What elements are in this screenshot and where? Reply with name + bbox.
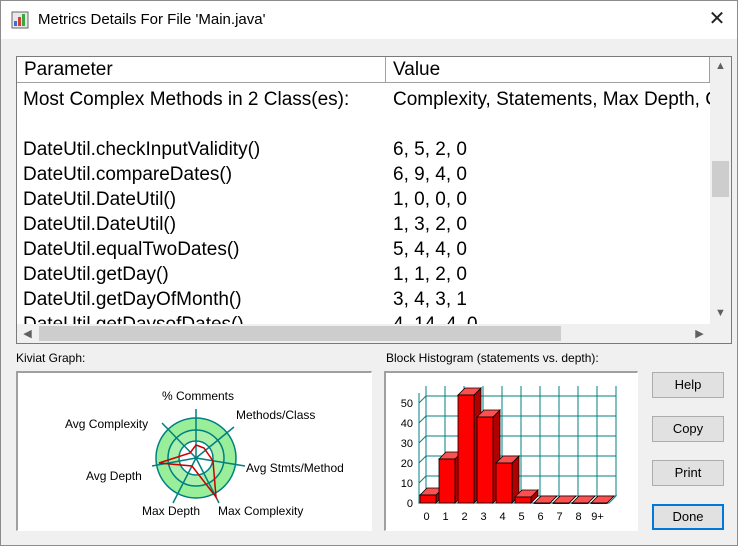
grid-row-value[interactable]: 1, 3, 2, 0 <box>393 212 467 237</box>
histogram-x-tick-label: 8 <box>575 511 581 523</box>
kiviat-axis-label: Max Depth <box>142 504 200 518</box>
block-histogram-panel: 0 10 20 30 40 50 0 1 2 3 4 5 6 7 8 9+ <box>384 371 638 531</box>
grid-row-value[interactable]: 5, 4, 4, 0 <box>393 237 467 262</box>
histogram-x-tick-label: 3 <box>480 511 486 523</box>
horizontal-scrollbar[interactable]: ◀ ▶ <box>17 324 710 343</box>
kiviat-axis-label: Avg Depth <box>86 469 142 483</box>
done-button[interactable]: Done <box>652 504 724 530</box>
histogram-x-tick-label: 1 <box>442 511 448 523</box>
histogram-y-tick-label: 10 <box>401 478 413 490</box>
histogram-y-tick-label: 0 <box>407 498 413 510</box>
grid-row-value[interactable]: 3, 4, 3, 1 <box>393 287 467 312</box>
scroll-right-icon[interactable]: ▶ <box>689 327 710 340</box>
metrics-details-window: Metrics Details For File 'Main.java' ✕ P… <box>0 0 738 546</box>
kiviat-graph-panel: % Comments Methods/Class Avg Stmts/Metho… <box>16 371 372 531</box>
histogram-bar <box>552 502 570 504</box>
grid-row-parameter[interactable]: DateUtil.DateUtil() <box>23 187 176 212</box>
close-icon[interactable]: ✕ <box>701 4 733 36</box>
histogram-gridline <box>418 395 427 404</box>
histogram-gridline <box>418 475 427 484</box>
block-histogram-label: Block Histogram (statements vs. depth): <box>386 351 599 365</box>
grid-row-value[interactable]: 1, 0, 0, 0 <box>393 187 467 212</box>
grid-row-parameter[interactable]: DateUtil.compareDates() <box>23 162 232 187</box>
histogram-bar <box>571 502 589 504</box>
histogram-bar <box>419 494 437 504</box>
metrics-grid[interactable]: Parameter Value Most Complex Methods in … <box>16 56 732 344</box>
histogram-bar <box>476 416 494 504</box>
histogram-bar <box>590 502 608 504</box>
histogram-bar <box>457 394 475 504</box>
grid-row-value[interactable]: 6, 9, 4, 0 <box>393 162 467 187</box>
kiviat-graph-label: Kiviat Graph: <box>16 351 86 365</box>
print-button[interactable]: Print <box>652 460 724 486</box>
scrollbar-corner <box>710 324 731 343</box>
histogram-y-tick-label: 40 <box>401 418 413 430</box>
histogram-x-tick-label: 2 <box>461 511 467 523</box>
histogram-x-tick-label: 7 <box>556 511 562 523</box>
grid-row-parameter[interactable]: DateUtil.checkInputValidity() <box>23 137 260 162</box>
vertical-scrollbar[interactable]: ▲ ▼ <box>710 57 731 325</box>
histogram-gridline <box>418 455 427 464</box>
title-bar: Metrics Details For File 'Main.java' ✕ <box>1 1 737 39</box>
histogram-gridline <box>418 415 427 424</box>
grid-row-parameter[interactable]: DateUtil.getDayOfMonth() <box>23 287 242 312</box>
histogram-y-tick-label: 20 <box>401 458 413 470</box>
horizontal-scroll-thumb[interactable] <box>39 326 561 341</box>
scroll-down-icon[interactable]: ▼ <box>710 307 731 319</box>
histogram-bar <box>438 458 456 504</box>
kiviat-axis-label: Max Complexity <box>218 504 303 518</box>
histogram-x-tick-label: 5 <box>518 511 524 523</box>
help-button[interactable]: Help <box>652 372 724 398</box>
vertical-scroll-thumb[interactable] <box>712 161 729 197</box>
histogram-x-tick-label: 9+ <box>591 511 604 523</box>
histogram-bar <box>533 502 551 504</box>
grid-row-parameter[interactable]: DateUtil.equalTwoDates() <box>23 237 239 262</box>
kiviat-axis-label: Avg Stmts/Method <box>246 461 344 475</box>
histogram-bar <box>495 462 513 504</box>
kiviat-axis-label: Avg Complexity <box>65 417 148 431</box>
histogram-x-tick-label: 0 <box>423 511 429 523</box>
column-header-value[interactable]: Value <box>386 57 710 83</box>
histogram-y-tick-label: 30 <box>401 438 413 450</box>
histogram-x-tick-label: 4 <box>499 511 505 523</box>
grid-row-parameter[interactable]: Most Complex Methods in 2 Class(es): <box>23 87 349 112</box>
window-title: Metrics Details For File 'Main.java' <box>38 11 266 28</box>
kiviat-axis-label: Methods/Class <box>236 408 315 422</box>
block-histogram-chart: 0 10 20 30 40 50 0 1 2 3 4 5 6 7 8 9+ <box>401 386 618 523</box>
grid-row-value[interactable]: 6, 5, 2, 0 <box>393 137 467 162</box>
kiviat-axis-label: % Comments <box>162 389 234 403</box>
scroll-left-icon[interactable]: ◀ <box>17 327 38 340</box>
histogram-gridline <box>418 435 427 444</box>
grid-row-parameter[interactable]: DateUtil.DateUtil() <box>23 212 176 237</box>
copy-button[interactable]: Copy <box>652 416 724 442</box>
grid-row-parameter[interactable]: DateUtil.getDay() <box>23 262 169 287</box>
column-header-parameter[interactable]: Parameter <box>17 57 386 83</box>
kiviat-graph: % Comments Methods/Class Avg Stmts/Metho… <box>65 389 344 518</box>
histogram-y-tick-label: 50 <box>401 398 413 410</box>
histogram-bar <box>514 496 532 504</box>
app-icon <box>11 11 29 29</box>
scroll-up-icon[interactable]: ▲ <box>710 60 731 72</box>
grid-row-value[interactable]: Complexity, Statements, Max Depth, Calls <box>393 87 731 112</box>
histogram-x-tick-label: 6 <box>537 511 543 523</box>
grid-row-value[interactable]: 1, 1, 2, 0 <box>393 262 467 287</box>
